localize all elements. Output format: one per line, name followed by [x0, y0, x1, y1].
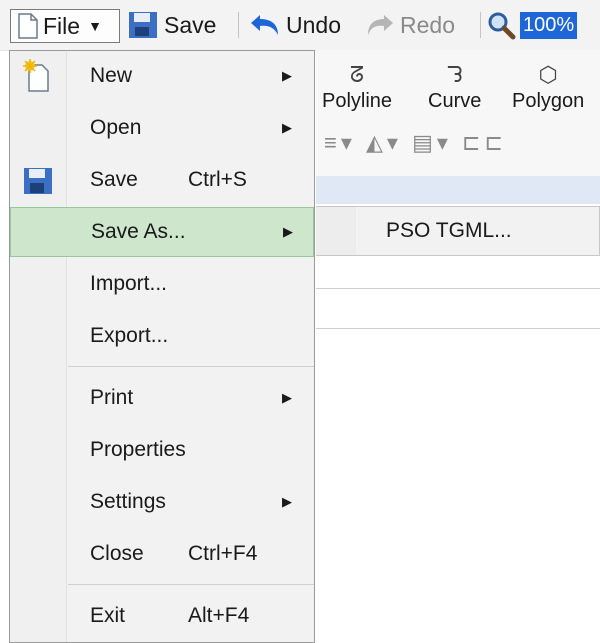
save-label: Save [164, 11, 217, 38]
menu-item-exit[interactable]: Exit Alt+F4 [10, 591, 314, 641]
menu-item-save[interactable]: Save Ctrl+S [10, 155, 314, 205]
menu-item-label: Print [90, 386, 134, 409]
save-button[interactable]: Save [128, 8, 216, 42]
divider [316, 328, 600, 329]
redo-label: Redo [400, 11, 455, 38]
ribbon-status-band [316, 176, 600, 204]
submenu-icon-column [316, 207, 356, 255]
menu-item-label: Exit [90, 604, 126, 627]
polyline-tool[interactable]: ᘔ Polyline [322, 60, 392, 113]
toolbar-separator [238, 12, 239, 38]
submenu-arrow-icon: ▶ [283, 224, 293, 239]
menu-separator [68, 584, 314, 585]
shortcut-text: Alt+F4 [188, 604, 250, 627]
arrange-tools-row[interactable]: ≡▾ ◭▾ ▤▾ ⊏⊏ [324, 130, 507, 156]
menu-item-label: Import... [90, 272, 168, 295]
zoom-control[interactable]: 100% [486, 8, 578, 42]
curve-label: Curve [428, 90, 482, 112]
redo-arrow-icon [368, 15, 393, 35]
divider [316, 288, 600, 289]
menu-item-new[interactable]: New ▶ [10, 51, 314, 101]
polyline-icon: ᘔ [349, 62, 365, 87]
document-icon [18, 13, 38, 39]
chevron-down-icon: ▼ [88, 18, 102, 34]
submenu-arrow-icon: ▶ [282, 120, 292, 135]
new-document-icon [23, 59, 49, 92]
file-menu-button[interactable]: File ▼ [10, 9, 120, 43]
submenu-item-pso-tgml[interactable]: PSO TGML... [386, 219, 512, 243]
polygon-label: Polygon [512, 90, 585, 112]
menu-item-settings[interactable]: Settings ▶ [10, 477, 314, 527]
submenu-arrow-icon: ▶ [282, 68, 292, 83]
quick-access-toolbar: File ▼ Save Undo Redo 100% [0, 0, 600, 51]
menu-item-label: Open [90, 116, 142, 139]
polygon-icon: ⬡ [538, 62, 558, 87]
drawing-ribbon: ᘔ Polyline ᘊ Curve ⬡ Polygon ≡▾ ◭▾ ▤▾ ⊏⊏ [316, 50, 600, 176]
menu-item-import[interactable]: Import... [10, 259, 314, 309]
submenu-arrow-icon: ▶ [282, 390, 292, 405]
menu-item-close[interactable]: Close Ctrl+F4 [10, 529, 314, 579]
file-menu-label: File [43, 12, 81, 39]
menu-item-label: New [90, 64, 133, 87]
menu-separator [68, 366, 314, 367]
floppy-disk-icon [129, 12, 157, 38]
zoom-value[interactable]: 100% [520, 11, 578, 39]
submenu-arrow-icon: ▶ [282, 494, 292, 509]
menu-item-label: Export... [90, 324, 169, 347]
undo-arrow-icon [251, 15, 278, 35]
toolbar-separator [480, 12, 481, 38]
menu-item-label: Close [90, 542, 144, 565]
file-menu: New ▶ Open ▶ Save Ctrl+S Save As... ▶ Im… [9, 50, 315, 643]
undo-label: Undo [286, 11, 341, 38]
menu-item-label: Settings [90, 490, 166, 513]
menu-item-save-as[interactable]: Save As... ▶ [10, 207, 314, 257]
curve-icon: ᘊ [446, 62, 463, 87]
curve-tool[interactable]: ᘊ Curve [428, 60, 481, 113]
polyline-label: Polyline [322, 90, 393, 112]
menu-item-label: Properties [90, 438, 186, 461]
menu-item-label: Save [90, 168, 138, 191]
polygon-tool[interactable]: ⬡ Polygon [512, 60, 584, 113]
shortcut-text: Ctrl+S [188, 168, 247, 191]
floppy-disk-icon [24, 168, 52, 194]
redo-button[interactable]: Redo [366, 8, 455, 42]
undo-button[interactable]: Undo [248, 8, 341, 42]
save-as-submenu: PSO TGML... [316, 206, 600, 256]
menu-item-properties[interactable]: Properties [10, 425, 314, 475]
menu-item-open[interactable]: Open ▶ [10, 103, 314, 153]
shortcut-text: Ctrl+F4 [188, 542, 258, 565]
menu-item-label: Save As... [91, 220, 186, 243]
magnifier-icon [488, 12, 516, 40]
menu-item-print[interactable]: Print ▶ [10, 373, 314, 423]
menu-item-export[interactable]: Export... [10, 311, 314, 361]
